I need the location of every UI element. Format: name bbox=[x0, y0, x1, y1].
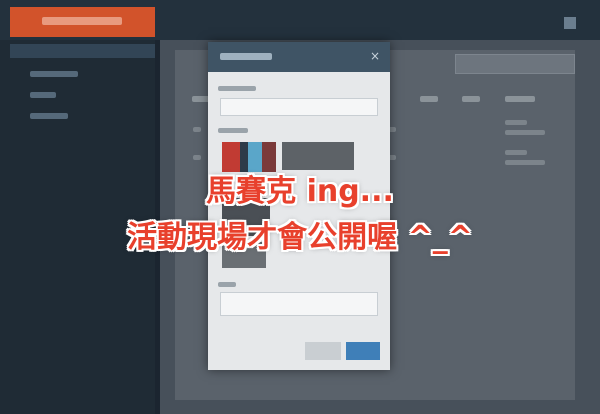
field-label bbox=[218, 128, 248, 133]
cancel-button[interactable] bbox=[305, 342, 341, 360]
sidebar-item[interactable] bbox=[30, 71, 78, 77]
modal-header: × bbox=[208, 42, 390, 72]
table-cell bbox=[505, 160, 545, 165]
sidebar-item[interactable] bbox=[30, 113, 68, 119]
table-cell bbox=[193, 155, 201, 160]
column-header bbox=[420, 96, 438, 102]
table-cell bbox=[505, 130, 545, 135]
search-input[interactable] bbox=[455, 54, 575, 74]
table-cell bbox=[505, 120, 527, 125]
table-cell bbox=[505, 150, 527, 155]
brand-name-pixelated bbox=[42, 17, 122, 25]
field-label bbox=[218, 86, 256, 91]
column-header bbox=[462, 96, 480, 102]
textarea-field[interactable] bbox=[220, 292, 378, 316]
top-bar bbox=[0, 0, 600, 40]
overlay-caption-line2: 活動現場才會公開喔 ^_^ bbox=[127, 220, 473, 255]
text-field[interactable] bbox=[220, 98, 378, 116]
column-header bbox=[505, 96, 535, 102]
topbar-menu-icon[interactable] bbox=[564, 17, 576, 29]
submit-button[interactable] bbox=[346, 342, 380, 360]
brand-logo[interactable] bbox=[10, 7, 155, 37]
sidebar-item[interactable] bbox=[30, 92, 56, 98]
table-cell bbox=[193, 127, 201, 132]
field-label bbox=[218, 282, 236, 287]
close-icon[interactable]: × bbox=[370, 50, 380, 62]
overlay-caption-line1: 馬賽克 ing... bbox=[206, 174, 394, 209]
sidebar-section-header[interactable] bbox=[10, 44, 155, 58]
modal-title-pixelated bbox=[220, 53, 272, 60]
